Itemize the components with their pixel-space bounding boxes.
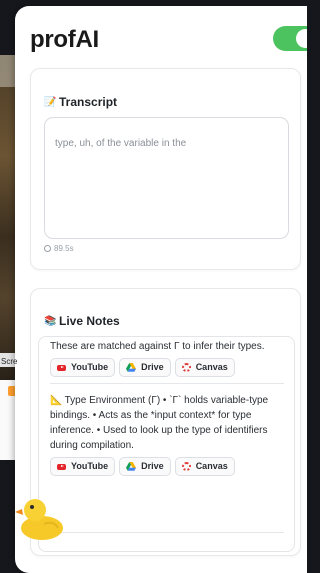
- live-notes-title: Live Notes: [59, 314, 120, 328]
- transcript-text: type, uh, of the variable in the: [55, 138, 187, 149]
- canvas-icon: [181, 363, 191, 372]
- transcript-timer: 89.5s: [44, 244, 74, 253]
- note-divider: [50, 383, 284, 384]
- canvas-icon: [181, 462, 191, 471]
- note-divider: [50, 532, 284, 533]
- drive-link-label: Drive: [141, 461, 164, 471]
- memo-icon: 📝: [44, 96, 57, 108]
- list-item: These are matched against Γ to infer the…: [39, 337, 294, 377]
- note-text-content: Type Environment (Γ) • `Γ` holds variabl…: [50, 395, 269, 451]
- background-label: Scre: [1, 357, 18, 366]
- app-logo: profAI: [30, 26, 99, 53]
- triangle-ruler-icon: 📐: [50, 395, 63, 406]
- transcript-heading: 📝 Transcript: [44, 95, 117, 109]
- google-drive-icon: [126, 462, 137, 471]
- transcript-duration: 89.5s: [54, 244, 74, 253]
- google-drive-icon: [126, 363, 137, 372]
- live-notes-heading: 📚 Live Notes: [44, 314, 120, 328]
- note-links: YouTube Drive Canvas: [50, 358, 285, 377]
- youtube-icon: [57, 364, 66, 371]
- drive-link-label: Drive: [141, 362, 164, 372]
- note-text: These are matched against Γ to infer the…: [50, 341, 265, 352]
- transcript-textbox[interactable]: type, uh, of the variable in the: [44, 117, 289, 239]
- drive-link-button[interactable]: Drive: [119, 457, 171, 476]
- list-item: 📐 Type Environment (Γ) • `Γ` holds varia…: [39, 393, 294, 476]
- canvas-link-button[interactable]: Canvas: [174, 358, 235, 377]
- canvas-link-label: Canvas: [195, 362, 228, 372]
- notes-list[interactable]: These are matched against Γ to infer the…: [38, 336, 295, 552]
- rubber-duck-icon[interactable]: [14, 490, 66, 542]
- live-notes-card: 📚 Live Notes These are matched against Γ…: [30, 288, 301, 556]
- youtube-link-button[interactable]: YouTube: [50, 457, 116, 476]
- panel-header: profAI: [30, 26, 307, 58]
- youtube-link-label: YouTube: [71, 461, 109, 471]
- youtube-icon: [57, 463, 66, 470]
- books-icon: 📚: [44, 315, 57, 327]
- transcript-card: 📝 Transcript type, uh, of the variable i…: [30, 68, 301, 270]
- note-text: 📐 Type Environment (Γ) • `Γ` holds varia…: [50, 393, 285, 453]
- youtube-link-label: YouTube: [71, 362, 109, 372]
- drive-link-button[interactable]: Drive: [119, 358, 171, 377]
- canvas-link-label: Canvas: [195, 461, 228, 471]
- clock-icon: [44, 245, 51, 252]
- profai-panel: profAI 📝 Transcript type, uh, of the var…: [15, 6, 307, 573]
- youtube-link-button[interactable]: YouTube: [50, 358, 116, 377]
- toggle-knob[interactable]: [296, 29, 307, 48]
- canvas-link-button[interactable]: Canvas: [174, 457, 235, 476]
- note-links: YouTube Drive Canvas: [50, 457, 285, 476]
- enable-toggle[interactable]: [273, 26, 307, 51]
- transcript-title: Transcript: [59, 95, 118, 109]
